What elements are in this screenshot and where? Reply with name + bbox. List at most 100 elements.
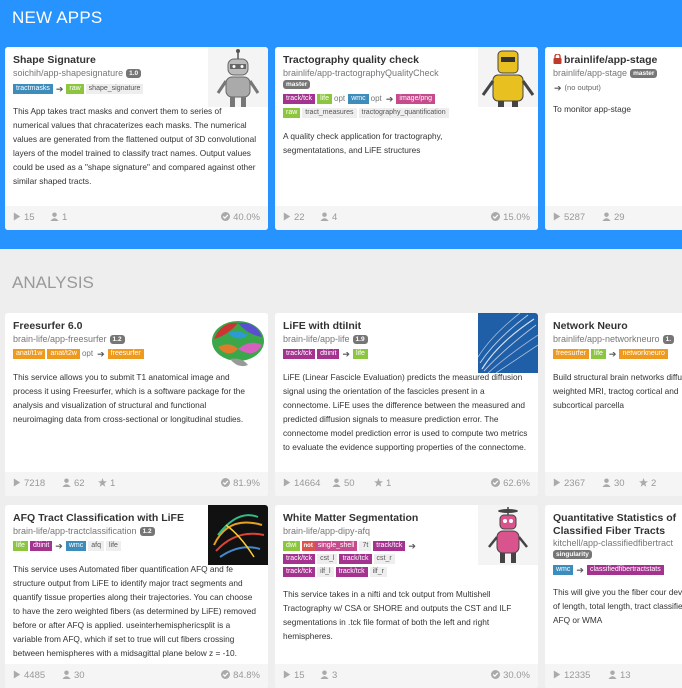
- io-tags-row3: track/tck ilf_l track/tck ilf_r: [283, 565, 389, 579]
- app-description: This service allows you to submit T1 ana…: [13, 372, 245, 424]
- arrow-right-icon: ➔: [576, 565, 584, 576]
- version-badge: 1.: [662, 335, 674, 344]
- app-title[interactable]: LiFE with dtiInit: [283, 320, 361, 332]
- app-title[interactable]: Tractography quality check: [283, 54, 419, 66]
- app-title[interactable]: Shape Signature: [13, 54, 96, 66]
- user-icon: [320, 212, 329, 221]
- output-tag: tract_measures: [302, 108, 357, 119]
- app-repo: brainlife/app-tractographyQualityCheck: [283, 68, 439, 78]
- success-rate-stat: 40.0%: [221, 212, 260, 223]
- app-stats: 5287 29: [545, 206, 682, 230]
- io-tags: anat/t1w anat/t2w opt ➔ freesurfer: [13, 347, 146, 361]
- user-icon: [50, 212, 59, 221]
- input-tag: tractmasks: [13, 84, 53, 95]
- check-circle-icon: [221, 478, 230, 487]
- output-tag: life: [352, 349, 368, 360]
- success-rate-stat: 30.0%: [491, 670, 530, 681]
- app-stats: 22 4 15.0%: [275, 206, 538, 230]
- app-description: This will give you the fiber cour deviat…: [553, 587, 682, 625]
- arrow-right-icon: ➔: [554, 83, 562, 94]
- success-rate-stat: 15.0%: [491, 212, 530, 223]
- play-icon: [553, 212, 561, 221]
- play-icon: [13, 478, 21, 487]
- check-circle-icon: [491, 478, 500, 487]
- users-stat: 50: [332, 478, 355, 489]
- app-stats: 7218 62 1 81.9%: [5, 472, 268, 496]
- success-rate-stat: 84.8%: [221, 670, 260, 681]
- io-tags: wmc ➔ classifiedfibertractstats: [553, 563, 666, 577]
- input-tag: dtiinit: [29, 541, 53, 552]
- section-title-analysis: ANALYSIS: [12, 273, 94, 292]
- input-tag: life: [317, 94, 333, 105]
- output-tag: life: [105, 541, 121, 552]
- arrow-right-icon: ➔: [408, 541, 416, 552]
- app-card-white-matter-segmentation[interactable]: White Matter Segmentation brain-life/app…: [275, 505, 538, 688]
- check-circle-icon: [491, 212, 500, 221]
- output-tag: raw: [283, 108, 301, 119]
- output-tag: freesurfer: [107, 349, 144, 360]
- output-tag: raw: [66, 84, 84, 95]
- io-tags-row2: raw tract_measures tractography_quantifica…: [283, 106, 451, 120]
- io-tags: life dtiinit ➔ wmc afq life: [13, 539, 123, 553]
- app-stats: 12335 13: [545, 664, 682, 688]
- brain-parcellation-icon: [208, 313, 268, 373]
- input-tag: track/tck: [283, 349, 316, 360]
- output-tag: image/png: [396, 94, 436, 105]
- app-card-afq-classification[interactable]: AFQ Tract Classification with LiFE brain…: [5, 505, 268, 688]
- app-card-network-neuro[interactable]: Network Neuro brainlife/app-networkneuro…: [545, 313, 682, 496]
- output-tag: track/tck: [283, 554, 316, 565]
- runs-stat: 22: [283, 212, 305, 223]
- app-title[interactable]: brainlife/app-stage: [553, 54, 657, 66]
- arrow-right-icon: ➔: [342, 349, 350, 360]
- app-title[interactable]: AFQ Tract Classification with LiFE: [13, 512, 184, 524]
- output-tag: afq: [88, 541, 104, 552]
- app-card-freesurfer[interactable]: Freesurfer 6.0 brain-life/app-freesurfer…: [5, 313, 268, 496]
- runs-stat: 4485: [13, 670, 45, 681]
- app-card-tractography-qc[interactable]: Tractography quality check brainlife/app…: [275, 47, 538, 230]
- app-title[interactable]: Freesurfer 6.0: [13, 320, 82, 332]
- users-stat: 3: [320, 670, 337, 681]
- play-icon: [13, 670, 21, 679]
- star-icon: [639, 478, 648, 487]
- success-rate-stat: 81.9%: [221, 478, 260, 489]
- app-repo: brain-life/app-dipy-afq: [283, 526, 371, 536]
- input-tag: life: [590, 349, 606, 360]
- user-icon: [608, 670, 617, 679]
- app-description: This service uses Automated fiber quanti…: [13, 564, 257, 658]
- check-circle-icon: [221, 212, 230, 221]
- yellow-robot-icon: [478, 47, 538, 107]
- app-title[interactable]: Quantitative Statistics of Classified Fib…: [553, 512, 676, 538]
- users-stat: 30: [602, 478, 625, 489]
- users-stat: 13: [608, 670, 631, 681]
- app-description: A quality check application for tractogr…: [283, 131, 443, 155]
- app-repo: brain-life/app-freesurfer 1.2: [13, 334, 125, 344]
- app-card-quantitative-statistics[interactable]: Quantitative Statistics of Classified Fib…: [545, 505, 682, 688]
- app-card-life-dtiinit[interactable]: LiFE with dtiInit brain-life/app-life 1.9…: [275, 313, 538, 496]
- app-title[interactable]: White Matter Segmentation: [283, 512, 418, 524]
- app-card-app-stage[interactable]: brainlife/app-stage brainlife/app-stage m…: [545, 47, 682, 230]
- app-title[interactable]: Network Neuro: [553, 320, 628, 332]
- star-icon: [98, 478, 107, 487]
- input-tag: freesurfer: [553, 349, 589, 360]
- arrow-right-icon: ➔: [385, 94, 394, 105]
- arrow-right-icon: ➔: [97, 349, 105, 360]
- singularity-badge: singularity: [553, 550, 592, 559]
- version-badge: 1.2: [109, 335, 125, 344]
- arrow-right-icon: ➔: [55, 541, 63, 552]
- users-stat: 29: [602, 212, 625, 223]
- version-badge: 1.2: [139, 527, 155, 536]
- app-card-shape-signature[interactable]: Shape Signature soichih/app-shapesignatu…: [5, 47, 268, 230]
- user-icon: [62, 670, 71, 679]
- play-icon: [553, 478, 561, 487]
- section-title-new-apps: NEW APPS: [12, 8, 103, 27]
- input-tag: wmc: [553, 565, 574, 576]
- input-tag: 7t: [359, 541, 372, 552]
- app-stats: 15 3 30.0%: [275, 664, 538, 688]
- input-tag: life: [13, 541, 28, 552]
- runs-stat: 2367: [553, 478, 585, 489]
- tractography-brain-icon: [208, 505, 268, 565]
- success-rate-stat: 62.6%: [491, 478, 530, 489]
- output-tag: track/tck: [339, 554, 372, 565]
- user-icon: [602, 478, 611, 487]
- stars-stat: 2: [639, 478, 656, 489]
